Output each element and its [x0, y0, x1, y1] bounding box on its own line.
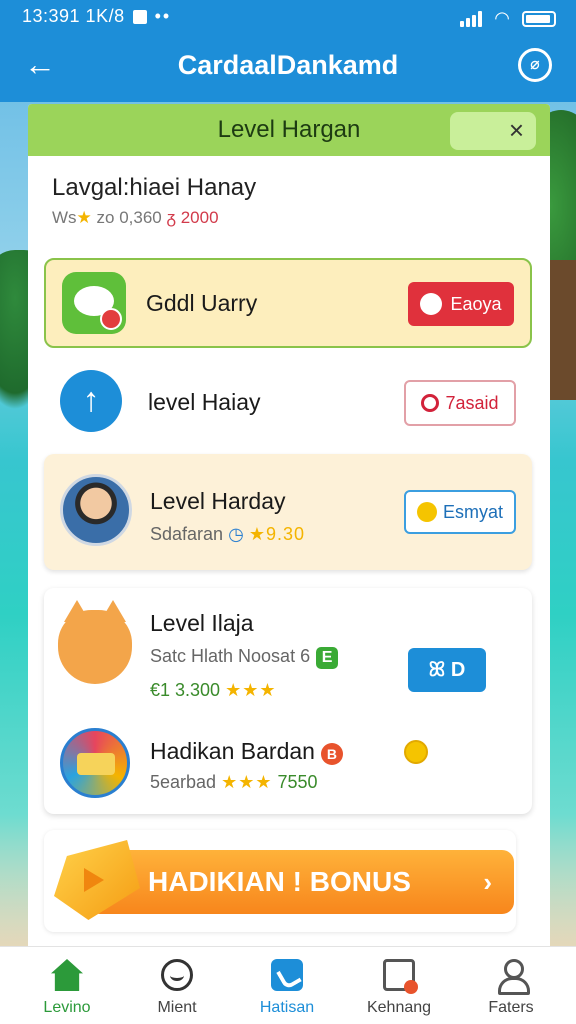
row-action-label: 7asaid	[445, 393, 499, 413]
bonus-label: HADIKIAN ! BONUS	[148, 866, 411, 897]
bonus-button[interactable]: HADIKIAN ! BONUS ›	[88, 850, 514, 914]
chevron-right-icon: ›	[483, 867, 492, 897]
row-meta-text: Satc Hlath Noosat 6	[150, 646, 311, 666]
row-meta-text: 5earbad	[150, 772, 217, 792]
cat-icon	[58, 600, 132, 684]
intro-meta: Ws★ zo 0,360 ᵹ 2000	[52, 208, 219, 228]
battery-icon	[522, 10, 556, 27]
phone-icon	[271, 959, 303, 991]
row-meta-num: €1 3.300	[150, 680, 221, 700]
nav-label: Kehnang	[366, 999, 432, 1016]
row-action-button[interactable]: Eaoya	[408, 282, 514, 326]
row-title: Gddl Uarry	[146, 290, 258, 316]
list-item-3[interactable]: Level Harday Sdafaran ◷ ★9.30 Esmyat	[44, 454, 532, 570]
coin-icon[interactable]	[404, 740, 428, 764]
status-bar: 13:391 1K/8 ••	[22, 6, 171, 27]
row-meta-2: €1 3.300 ★★★	[150, 680, 277, 701]
bottom-nav: Levino Mient Hatisan Kehnang Faters	[0, 946, 576, 1024]
badge-icon	[60, 728, 130, 798]
nav-item-levino[interactable]: Levino	[12, 959, 122, 1017]
row-action-button[interactable]: 7asaid	[404, 380, 516, 426]
intro-meta-prefix: Ws	[52, 208, 77, 227]
nav-label: Levino	[43, 999, 91, 1016]
status-icons: ◠	[460, 8, 556, 29]
row-title: Level Ilaja	[150, 610, 254, 636]
row-meta: Satc Hlath Noosat 6E	[150, 646, 339, 669]
nav-label: Faters	[488, 999, 534, 1016]
level-card: Level Hargan × Lavgal:hiaei Hanay Ws★ zo…	[28, 104, 550, 946]
nav-item-kehnang[interactable]: Kehnang	[344, 959, 454, 1017]
rating-stars: ★★★	[221, 772, 273, 792]
app-bar: 13:391 1K/8 •• ◠ ← CardaalDankamd ⌀	[0, 0, 576, 102]
wifi-icon: ◠	[494, 8, 510, 28]
red-dot-icon	[420, 292, 443, 315]
intro-heading: Lavgal:hiaei Hanay	[52, 174, 257, 201]
list-item-group: Level Ilaja Satc Hlath Noosat 6E €1 3.30…	[44, 588, 532, 814]
green-badge: E	[316, 647, 339, 669]
star-icon: ★	[76, 208, 92, 227]
row-meta-num: ★9.30	[248, 524, 305, 544]
row-action-label: Esmyat	[442, 502, 503, 522]
rating-stars: ★★★	[225, 680, 277, 700]
status-time: 13:391 1K/8	[22, 6, 125, 26]
row-title: Level Harday	[150, 488, 286, 514]
avatar	[60, 474, 132, 546]
list-item-1[interactable]: Gddl Uarry Eaoya	[44, 258, 532, 348]
row-meta: Sdafaran ◷ ★9.30	[150, 524, 305, 545]
user-icon	[495, 959, 530, 995]
nav-item-faters[interactable]: Faters	[456, 959, 566, 1017]
row-action-button[interactable]: ꕤ D	[408, 648, 486, 692]
intro-meta-mid: zo 0,360	[96, 208, 162, 227]
upload-icon: ↑	[60, 370, 122, 432]
notification-icon	[132, 9, 147, 24]
row-title: Hadikan Bardan B	[150, 738, 343, 765]
row-title: level Haiay	[148, 389, 261, 415]
row-title-text: Hadikan Bardan	[150, 738, 315, 764]
list-item-2[interactable]: ↑ level Haiay 7asaid	[44, 356, 532, 446]
row-meta-num: 7550	[277, 772, 318, 792]
row-meta-text: Sdafaran	[150, 524, 224, 544]
sun-icon	[416, 501, 437, 522]
home-icon	[51, 959, 83, 991]
signal-icon	[460, 10, 483, 27]
intro-meta-red: 2000	[180, 208, 219, 227]
nav-item-hatisan[interactable]: Hatisan	[232, 959, 342, 1017]
app-title: CardaalDankamd	[177, 50, 399, 80]
clipboard-icon	[383, 959, 418, 994]
row-action-label: Eaoya	[450, 294, 502, 314]
level-header: Level Hargan ×	[28, 104, 550, 156]
orange-badge: B	[320, 743, 343, 765]
red-coin-icon: ᵹ	[166, 208, 176, 227]
ring-icon	[421, 393, 440, 412]
close-button[interactable]: ×	[450, 112, 536, 150]
nav-label: Hatisan	[259, 999, 315, 1016]
face-icon	[161, 959, 193, 991]
row-meta: 5earbad ★★★ 7550	[150, 772, 318, 793]
nav-item-mient[interactable]: Mient	[122, 959, 232, 1017]
row-action-button[interactable]: Esmyat	[404, 490, 516, 534]
more-dots: ••	[154, 6, 172, 26]
nav-label: Mient	[157, 999, 197, 1016]
clock-icon: ◷	[228, 524, 244, 544]
chat-icon	[62, 272, 126, 334]
timer-icon[interactable]: ⌀	[518, 48, 552, 82]
bonus-panel: HADIKIAN ! BONUS ›	[44, 830, 516, 932]
